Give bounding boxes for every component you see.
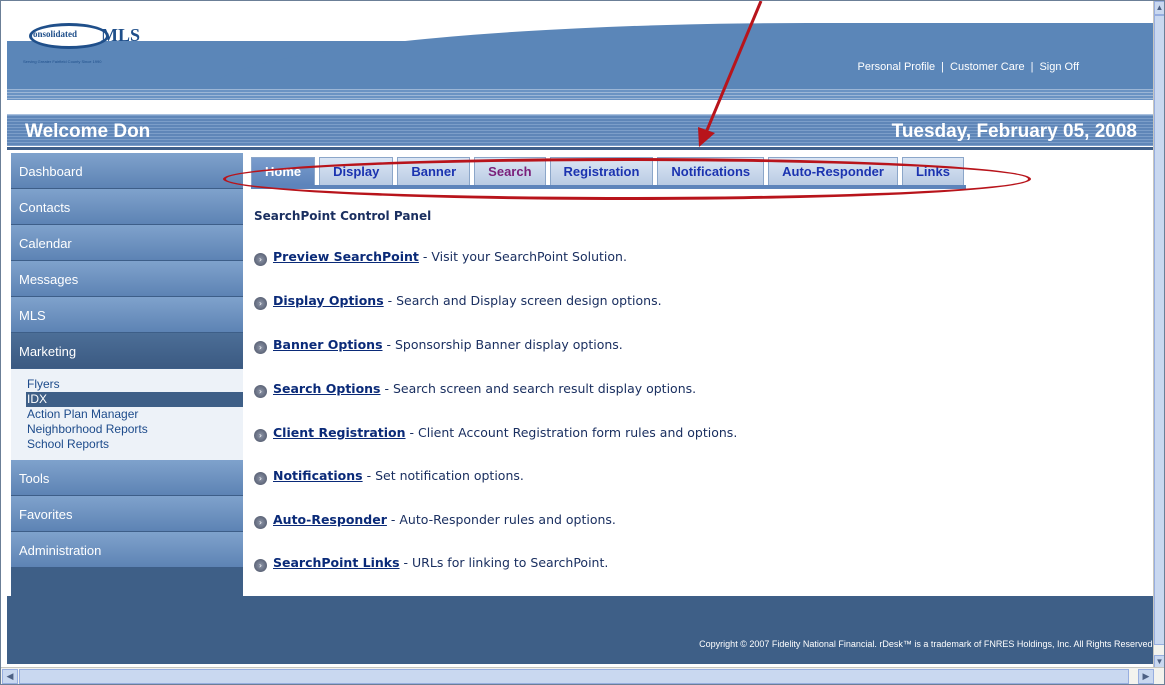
vertical-scroll-thumb[interactable] xyxy=(1154,15,1164,645)
sign-off-link[interactable]: Sign Off xyxy=(1039,61,1079,73)
client-registration-link[interactable]: Client Registration xyxy=(273,425,406,440)
banner-options-link[interactable]: Banner Options xyxy=(273,337,383,352)
header-links: Personal Profile | Customer Care | Sign Off xyxy=(858,61,1080,73)
sidebar-item-favorites[interactable]: Favorites xyxy=(11,496,243,532)
sidebar-item-marketing[interactable]: Marketing xyxy=(11,333,243,369)
subnav-item-action-plan-manager[interactable]: Action Plan Manager xyxy=(11,407,243,422)
sidebar-item-messages[interactable]: Messages xyxy=(11,261,243,297)
welcome-text: Welcome Don xyxy=(25,121,151,142)
link-separator: | xyxy=(1030,61,1034,73)
notifications-link[interactable]: Notifications xyxy=(273,468,363,483)
panel-item-desc: - Sponsorship Banner display options. xyxy=(382,337,623,352)
annotation-highlight-oval xyxy=(223,158,1031,200)
panel-item-desc: - Set notification options. xyxy=(362,468,524,483)
bullet-arrow-icon: › xyxy=(254,385,267,398)
bullet-arrow-icon: › xyxy=(254,341,267,354)
logo-mark: onsolidated xyxy=(33,29,78,39)
panel-item-desc: - Client Account Registration form rules… xyxy=(405,425,738,440)
welcome-bar: Welcome Don Tuesday, February 05, 2008 xyxy=(7,114,1155,146)
panel-item-desc: - Search screen and search result displa… xyxy=(380,381,697,396)
site-header: onsolidated MLS Serving Greater Fairfiel… xyxy=(7,1,1155,100)
horizontal-scrollbar[interactable]: ◀ ▶ xyxy=(1,667,1164,684)
sidebar-item-mls[interactable]: MLS xyxy=(11,297,243,333)
logo-text: MLS xyxy=(101,25,141,45)
scroll-left-icon[interactable]: ◀ xyxy=(2,669,18,684)
sidebar-item-dashboard[interactable]: Dashboard xyxy=(11,153,243,189)
panel-item-desc: - Search and Display screen design optio… xyxy=(383,293,662,308)
personal-profile-link[interactable]: Personal Profile xyxy=(858,61,936,73)
panel-item: › Auto-Responder - Auto-Responder rules a… xyxy=(254,512,616,529)
vertical-scrollbar[interactable]: ▲ ▼ xyxy=(1153,1,1164,669)
search-options-link[interactable]: Search Options xyxy=(273,381,381,396)
annotation-arrow-icon xyxy=(698,1,763,147)
panel-title: SearchPoint Control Panel xyxy=(254,209,432,223)
logo-tagline: Serving Greater Fairfield County Since 1… xyxy=(23,59,102,64)
subnav-item-school-reports[interactable]: School Reports xyxy=(11,437,243,452)
copyright-text: Copyright © 2007 Fidelity National Finan… xyxy=(699,639,1155,649)
panel-item: › Notifications - Set notification option… xyxy=(254,468,524,485)
sidebar-item-administration[interactable]: Administration xyxy=(11,532,243,568)
sidebar-item-calendar[interactable]: Calendar xyxy=(11,225,243,261)
bullet-arrow-icon: › xyxy=(254,472,267,485)
panel-item: › Search Options - Search screen and sear… xyxy=(254,381,696,398)
sidebar-item-tools[interactable]: Tools xyxy=(11,460,243,496)
panel-item-desc: - Visit your SearchPoint Solution. xyxy=(418,249,627,264)
bullet-arrow-icon: › xyxy=(254,429,267,442)
panel-item: › SearchPoint Links - URLs for linking to… xyxy=(254,555,608,572)
sidebar-item-contacts[interactable]: Contacts xyxy=(11,189,243,225)
panel-item: › Display Options - Search and Display sc… xyxy=(254,293,662,310)
scroll-right-icon[interactable]: ▶ xyxy=(1138,669,1154,684)
panel-item: › Preview SearchPoint - Visit your Search… xyxy=(254,249,627,266)
panel-item-desc: - URLs for linking to SearchPoint. xyxy=(399,555,609,570)
panel-item: › Client Registration - Client Account Re… xyxy=(254,425,737,442)
panel-item-desc: - Auto-Responder rules and options. xyxy=(386,512,616,527)
bullet-arrow-icon: › xyxy=(254,297,267,310)
scroll-up-icon[interactable]: ▲ xyxy=(1154,1,1164,15)
auto-responder-link[interactable]: Auto-Responder xyxy=(273,512,387,527)
bullet-arrow-icon: › xyxy=(254,516,267,529)
preview-searchpoint-link[interactable]: Preview SearchPoint xyxy=(273,249,419,264)
horizontal-scroll-thumb[interactable] xyxy=(19,669,1129,684)
link-separator: | xyxy=(941,61,945,73)
marketing-submenu: Flyers IDX Action Plan Manager Neighborh… xyxy=(11,369,243,460)
subnav-item-neighborhood-reports[interactable]: Neighborhood Reports xyxy=(11,422,243,437)
browser-window: onsolidated MLS Serving Greater Fairfiel… xyxy=(0,0,1165,685)
consolidated-mls-logo[interactable]: onsolidated MLS Serving Greater Fairfiel… xyxy=(17,13,157,64)
sidebar-nav: Dashboard Contacts Calendar Messages MLS… xyxy=(11,153,243,596)
customer-care-link[interactable]: Customer Care xyxy=(950,61,1025,73)
header-stripes xyxy=(7,89,1155,100)
divider xyxy=(7,147,1155,150)
site-footer: Copyright © 2007 Fidelity National Finan… xyxy=(7,596,1155,664)
searchpoint-links-link[interactable]: SearchPoint Links xyxy=(273,555,400,570)
bullet-arrow-icon: › xyxy=(254,253,267,266)
bullet-arrow-icon: › xyxy=(254,559,267,572)
panel-item: › Banner Options - Sponsorship Banner dis… xyxy=(254,337,623,354)
current-date: Tuesday, February 05, 2008 xyxy=(891,121,1137,142)
subnav-item-idx[interactable]: IDX xyxy=(26,392,243,407)
main-content: Home Display Banner Search Registration … xyxy=(243,153,1153,611)
subnav-item-flyers[interactable]: Flyers xyxy=(11,377,243,392)
display-options-link[interactable]: Display Options xyxy=(273,293,384,308)
